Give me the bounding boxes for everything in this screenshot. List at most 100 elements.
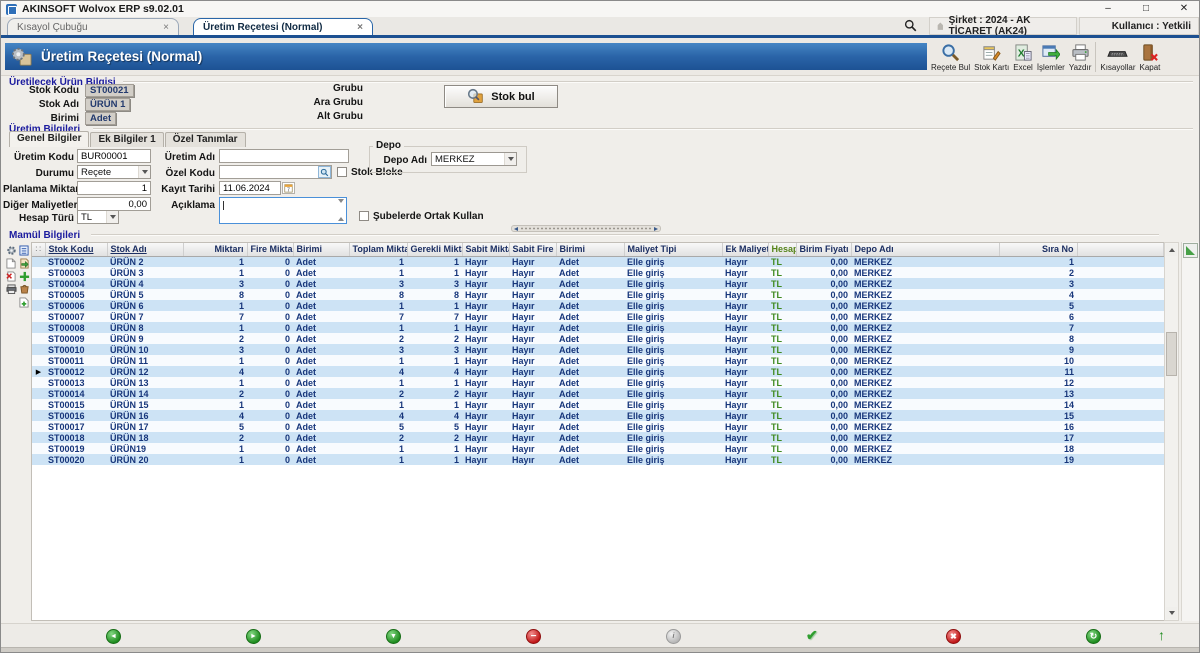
new-document-icon[interactable] [5, 257, 17, 269]
column-header[interactable]: Hesap [768, 243, 796, 256]
user-selector[interactable]: Kullanıcı : Yetkili [1079, 17, 1199, 35]
cell: 0,00 [796, 388, 851, 399]
table-row[interactable]: ST00008ÜRÜN 810Adet11HayırHayırAdetElle … [32, 322, 1164, 333]
ozel-kodu-lookup-button[interactable] [318, 166, 331, 178]
grid-vertical-scrollbar[interactable] [1164, 242, 1179, 621]
prev-record-button[interactable]: ◄ [106, 629, 121, 644]
table-row[interactable]: ST00013ÜRÜN 1310Adet11HayırHayırAdetElle… [32, 377, 1164, 388]
column-header[interactable]: Stok Adı [107, 243, 183, 256]
table-row[interactable]: ST00010ÜRÜN 1030Adet33HayırHayırAdetElle… [32, 344, 1164, 355]
ozel-kodu-input[interactable] [219, 165, 332, 179]
stok-karti-button[interactable]: Stok Kartı [972, 38, 1011, 76]
splitter-left-icon[interactable] [514, 227, 518, 231]
column-header[interactable]: Sabit Miktar [462, 243, 509, 256]
islemler-button[interactable]: İşlemler [1035, 38, 1067, 76]
settings-gear-icon[interactable] [5, 244, 17, 256]
subelerde-checkbox[interactable] [359, 211, 369, 221]
confirm-button[interactable]: ✔ [806, 627, 818, 644]
table-row[interactable]: ▶ST00012ÜRÜN 1240Adet44HayırHayırAdetEll… [32, 366, 1164, 377]
close-button[interactable]: ✕ [1177, 1, 1191, 17]
table-row[interactable]: ST00020ÜRÜN 2010Adet11HayırHayırAdetElle… [32, 454, 1164, 465]
splitter-grip[interactable] [520, 227, 652, 230]
uretim-kodu-input[interactable] [77, 149, 151, 163]
table-row[interactable]: ST00014ÜRÜN 1420Adet22HayırHayırAdetElle… [32, 388, 1164, 399]
hesap-turu-select[interactable]: TL [77, 210, 119, 224]
kapat-button[interactable]: Kapat [1138, 38, 1163, 76]
company-selector[interactable]: Şirket : 2024 - AK TİCARET (AK24) [929, 17, 1077, 35]
maximize-button[interactable]: □ [1139, 1, 1153, 17]
depo-adi-select[interactable]: MERKEZ [431, 152, 517, 166]
stok-bloke-checkbox[interactable] [337, 167, 347, 177]
uretim-adi-input[interactable] [219, 149, 349, 163]
column-header[interactable]: Depo Adı [851, 243, 999, 256]
next-record-button[interactable]: ► [246, 629, 261, 644]
table-row[interactable]: ST00003ÜRÜN 310Adet11HayırHayırAdetElle … [32, 267, 1164, 278]
basket-icon[interactable] [18, 283, 30, 295]
scroll-down-icon[interactable] [338, 203, 344, 221]
column-header[interactable]: Birimi [293, 243, 349, 256]
column-header[interactable]: Stok Kodu [45, 243, 107, 256]
tab-close-icon[interactable]: × [357, 22, 363, 33]
column-header[interactable]: Sıra No [999, 243, 1077, 256]
yazdir-button[interactable]: Yazdır [1067, 38, 1094, 76]
column-header[interactable]: Maliyet Tipi [624, 243, 722, 256]
table-row[interactable]: ST00015ÜRÜN 1510Adet11HayırHayırAdetElle… [32, 399, 1164, 410]
tab-ozel-tanimlar[interactable]: Özel Tanımlar [165, 132, 246, 147]
table-row[interactable]: ST00019ÜRÜN1910Adet11HayırHayırAdetElle … [32, 443, 1164, 454]
expand-grid-button[interactable] [1183, 243, 1198, 258]
table-row[interactable]: ST00017ÜRÜN 1750Adet55HayırHayırAdetElle… [32, 421, 1164, 432]
table-row[interactable]: ST00004ÜRÜN 430Adet33HayırHayırAdetElle … [32, 278, 1164, 289]
tab-kisayol-cubugu[interactable]: Kısayol Çubuğu × [7, 18, 179, 35]
excel-button[interactable]: X Excel [1011, 38, 1035, 76]
column-header[interactable]: Sabit Fire [509, 243, 556, 256]
table-row[interactable]: ST00002ÜRÜN 210Adet11HayırHayırAdetElle … [32, 256, 1164, 267]
scroll-top-button[interactable]: ↑ [1158, 627, 1165, 643]
calendar-button[interactable]: 7 [282, 182, 295, 194]
column-header[interactable]: Fire Miktarı [247, 243, 293, 256]
scrollbar-up-icon[interactable] [1166, 244, 1177, 256]
cell: 0 [247, 322, 293, 333]
add-row-icon[interactable] [18, 270, 30, 282]
kisayollar-button[interactable]: Kısayollar [1098, 38, 1137, 76]
cancel-button[interactable]: ✖ [946, 629, 961, 644]
recete-bul-button[interactable]: Reçete Bul [929, 38, 972, 76]
delete-document-icon[interactable] [5, 270, 17, 282]
tab-close-icon[interactable]: × [163, 22, 169, 33]
table-row[interactable]: ST00005ÜRÜN 580Adet88HayırHayırAdetElle … [32, 289, 1164, 300]
scrollbar-thumb[interactable] [1166, 332, 1177, 376]
last-record-button[interactable]: ▼ [386, 629, 401, 644]
scrollbar-down-icon[interactable] [1166, 607, 1177, 619]
panel-splitter[interactable] [511, 225, 661, 232]
tab-ek-bilgiler[interactable]: Ek Bilgiler 1 [90, 132, 163, 147]
delete-record-button[interactable]: − [526, 629, 541, 644]
kayit-tarihi-input[interactable] [219, 181, 281, 195]
column-header[interactable]: Gerekli Miktar [407, 243, 462, 256]
column-header[interactable]: Toplam Miktar [349, 243, 407, 256]
minimize-button[interactable]: – [1101, 1, 1115, 17]
planlama-input[interactable] [77, 181, 151, 195]
table-row[interactable]: ST00006ÜRÜN 610Adet11HayırHayırAdetElle … [32, 300, 1164, 311]
column-header[interactable]: Ek Maliyet [722, 243, 768, 256]
table-row[interactable]: ST00016ÜRÜN 1640Adet44HayırHayırAdetElle… [32, 410, 1164, 421]
diger-maliyetler-input[interactable] [77, 197, 151, 211]
aciklama-textarea[interactable] [219, 197, 347, 224]
recipe-list-icon[interactable] [18, 244, 30, 256]
table-row[interactable]: ST00007ÜRÜN 770Adet77HayırHayırAdetElle … [32, 311, 1164, 322]
tab-uretim-recetesi[interactable]: Üretim Reçetesi (Normal) × [193, 18, 373, 35]
table-row[interactable]: ST00009ÜRÜN 920Adet22HayırHayırAdetElle … [32, 333, 1164, 344]
column-header[interactable]: Birim Fiyatı [796, 243, 851, 256]
print-grid-icon[interactable] [5, 283, 17, 295]
column-header[interactable]: Miktarı [183, 243, 247, 256]
cell: 1 [183, 377, 247, 388]
table-row[interactable]: ST00011ÜRÜN 1110Adet11HayırHayırAdetElle… [32, 355, 1164, 366]
record-info-button[interactable]: i [666, 629, 681, 644]
refresh-button[interactable]: ↻ [1086, 629, 1101, 644]
import-document-icon[interactable] [18, 257, 30, 269]
table-row[interactable]: ST00018ÜRÜN 1820Adet22HayırHayırAdetElle… [32, 432, 1164, 443]
column-header[interactable]: Birimi [556, 243, 624, 256]
tab-genel-bilgiler[interactable]: Genel Bilgiler [9, 131, 89, 147]
durumu-select[interactable]: Reçete [77, 165, 151, 179]
splitter-right-icon[interactable] [654, 227, 658, 231]
stok-bul-button[interactable]: Stok bul [444, 85, 558, 108]
export-document-icon[interactable] [18, 296, 30, 308]
